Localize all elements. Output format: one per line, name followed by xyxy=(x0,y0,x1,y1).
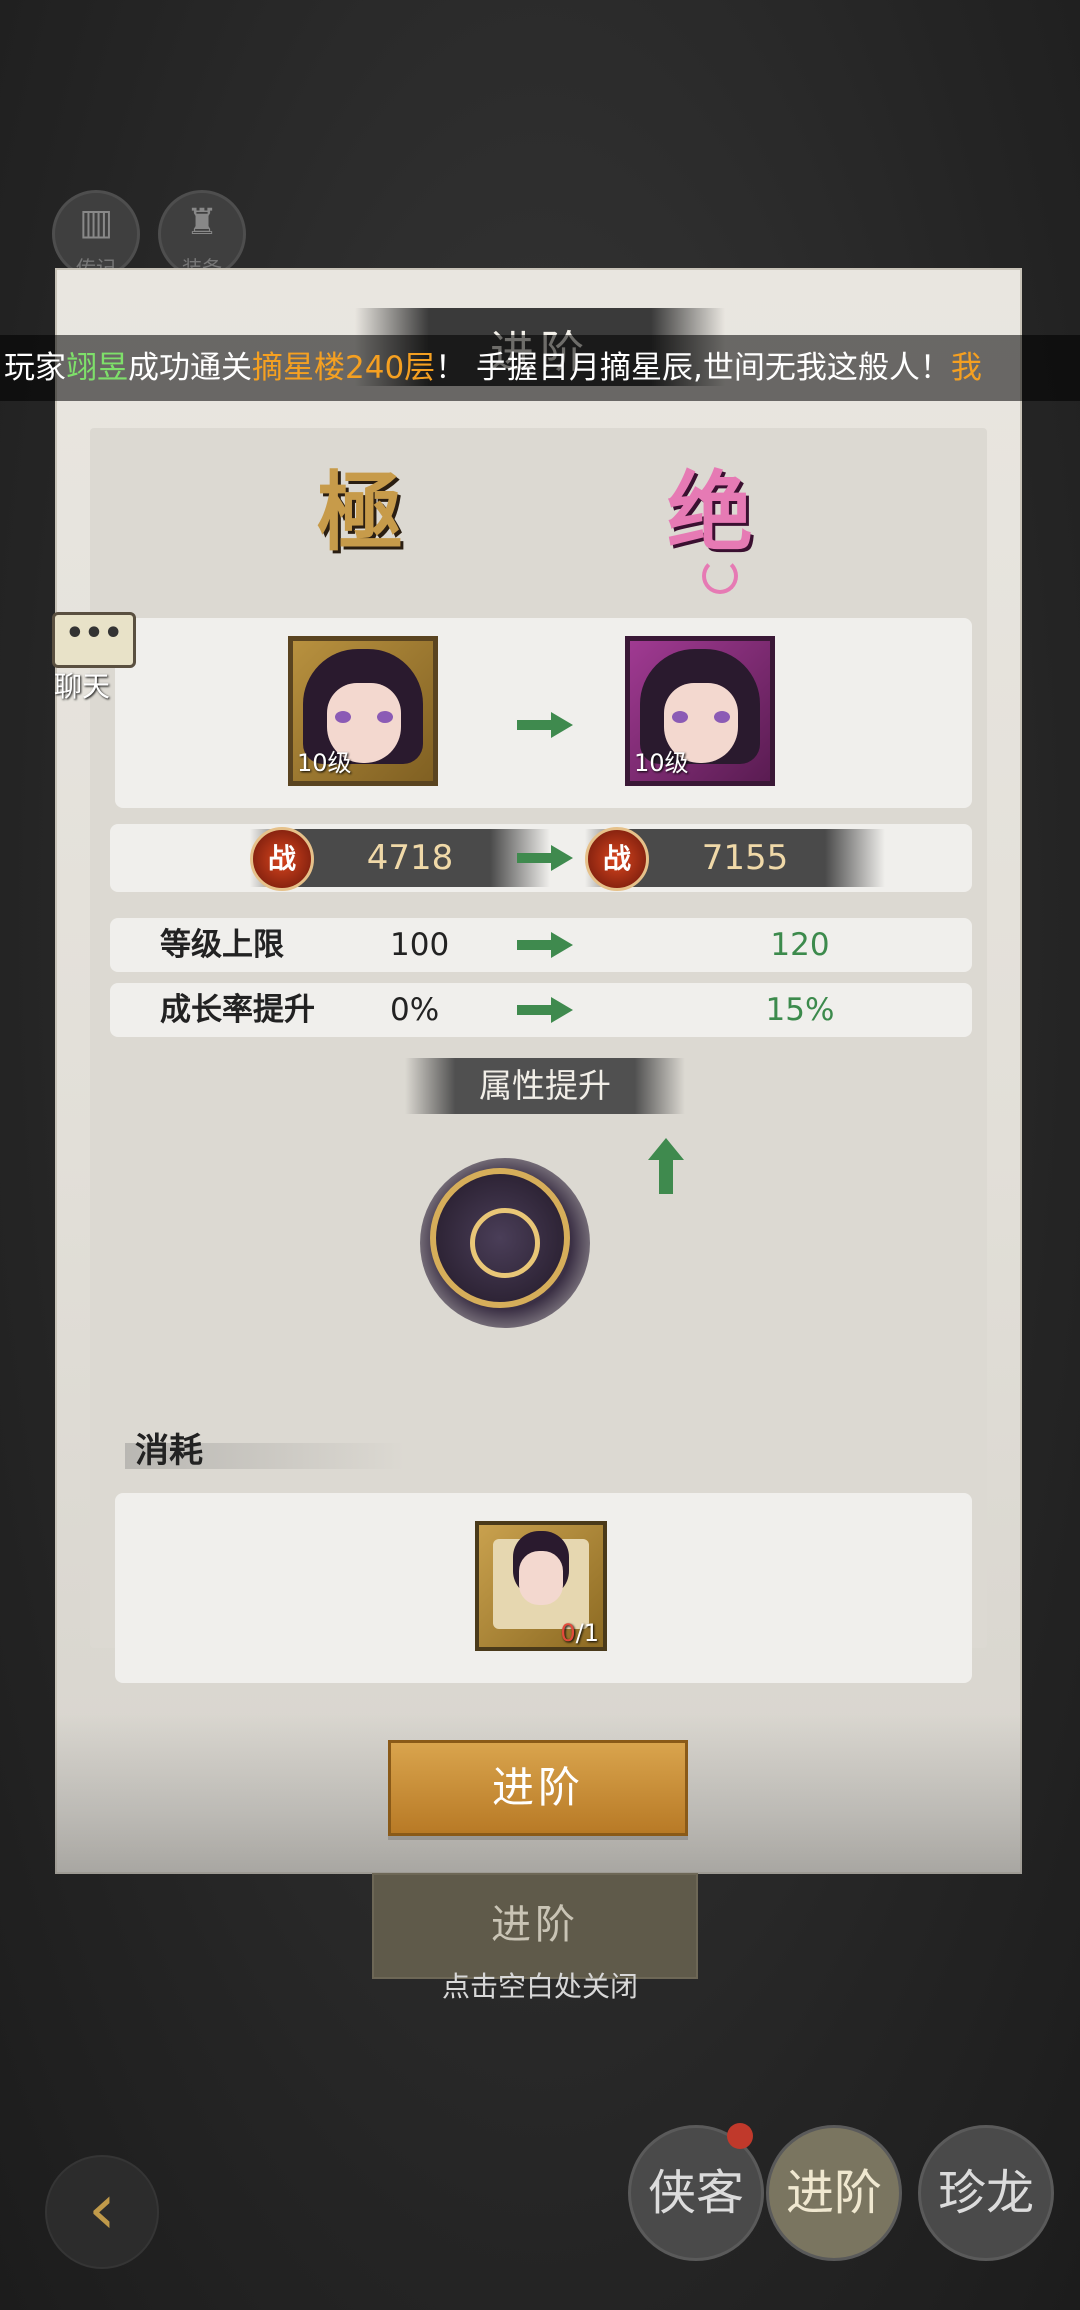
stat-from: 0% xyxy=(390,992,440,1028)
ticker-tail: 我 xyxy=(950,350,982,386)
attribute-emblem-icon[interactable] xyxy=(420,1158,590,1328)
advance-dialog: 进阶 極 绝 10级 10级 战 4718 战 7155 等级上限 100 xyxy=(55,268,1022,1874)
consume-item-scroll[interactable]: 0/1 xyxy=(475,1521,607,1651)
ticker-prefix: 玩家 xyxy=(4,350,66,386)
consume-title: 消耗 xyxy=(135,1431,203,1471)
stat-label: 成长率提升 xyxy=(160,992,315,1028)
power-to-value: 7155 xyxy=(701,838,789,878)
broadcast-ticker: 玩家翊昱成功通关摘星楼240层！ 手握日月摘星辰,世间无我这般人！我 xyxy=(0,335,1080,401)
item-need: /1 xyxy=(575,1619,599,1647)
ticker-middle: 成功通关 xyxy=(128,350,252,386)
power-to: 战 7155 xyxy=(585,827,885,891)
arrow-right-icon xyxy=(517,995,573,1025)
tier-from-label: 極 xyxy=(317,462,403,563)
equipment-icon[interactable]: ♜ 装备 xyxy=(158,190,246,278)
power-from-value: 4718 xyxy=(366,838,454,878)
nav-hero-label: 侠客 xyxy=(647,2165,744,2221)
close-hint: 点击空白处关闭 xyxy=(441,1970,638,2003)
attribute-boost-header: 属性提升 xyxy=(405,1058,685,1114)
stat-from: 100 xyxy=(390,927,450,963)
nav-advance-button[interactable]: 进阶 xyxy=(766,2125,902,2261)
chat-dots-icon: ••• xyxy=(65,616,123,651)
stat-to: 120 xyxy=(770,927,830,963)
ticker-suffix: ！ 手握日月摘星辰,世间无我这般人！ xyxy=(435,350,951,386)
arrow-up-icon xyxy=(648,1138,684,1198)
back-arrow-icon: ‹ xyxy=(88,2168,116,2250)
back-button[interactable]: ‹ xyxy=(45,2155,159,2269)
stat-row-level-cap: 等级上限 100 120 xyxy=(110,918,972,972)
nav-advance-label: 进阶 xyxy=(785,2165,882,2221)
biography-icon[interactable]: ▥ 传记 xyxy=(52,190,140,278)
portrait-next-level: 10级 xyxy=(634,749,689,777)
tier-to-label: 绝 xyxy=(667,462,753,563)
portrait-current[interactable]: 10级 xyxy=(288,636,438,786)
item-count: 0/1 xyxy=(560,1619,599,1647)
item-have: 0 xyxy=(560,1619,576,1647)
ticker-achievement: 摘星楼240层 xyxy=(252,350,436,386)
ticker-player: 翊昱 xyxy=(66,350,128,386)
chat-label: 聊天 xyxy=(54,670,111,703)
nav-treasure-button[interactable]: 珍龙 xyxy=(918,2125,1054,2261)
arrow-right-icon xyxy=(517,930,573,960)
stat-label: 等级上限 xyxy=(160,927,284,963)
arrow-right-icon xyxy=(517,843,573,873)
nav-treasure-label: 珍龙 xyxy=(937,2165,1034,2221)
power-from: 战 4718 xyxy=(250,827,550,891)
arrow-right-icon xyxy=(517,710,573,740)
combat-power-icon: 战 xyxy=(585,827,649,891)
portrait-next[interactable]: 10级 xyxy=(625,636,775,786)
stat-to: 15% xyxy=(765,992,835,1028)
portrait-current-level: 10级 xyxy=(297,749,352,777)
combat-power-icon: 战 xyxy=(250,827,314,891)
tier-swirl-decoration xyxy=(702,558,738,594)
chat-button[interactable]: ••• xyxy=(52,612,136,668)
background-advance-button[interactable]: 进阶 xyxy=(372,1873,698,1979)
advance-button[interactable]: 进阶 xyxy=(388,1740,688,1836)
notification-dot xyxy=(727,2123,753,2149)
stat-row-growth: 成长率提升 0% 15% xyxy=(110,983,972,1037)
